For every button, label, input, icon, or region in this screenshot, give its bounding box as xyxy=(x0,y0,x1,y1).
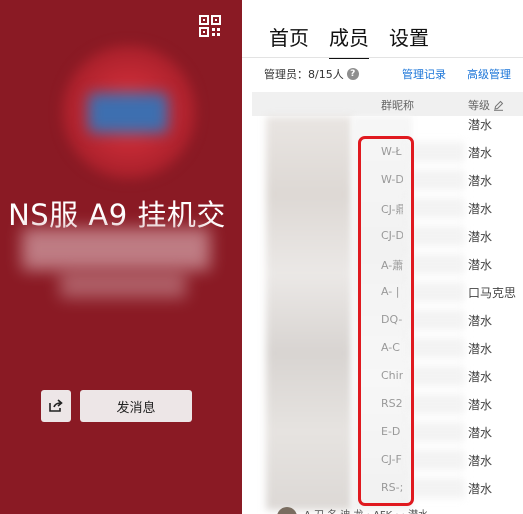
member-nickname-redacted xyxy=(407,226,465,246)
member-level: 潜水 xyxy=(468,258,493,272)
tab-home[interactable]: 首页 xyxy=(269,22,309,57)
admin-count-label: 管理员：8/15人 xyxy=(264,68,344,81)
member-nickname-redacted xyxy=(407,142,465,162)
qr-code-icon[interactable] xyxy=(199,15,221,37)
member-nickname-redacted xyxy=(407,254,465,274)
level-column-header[interactable]: 等级 xyxy=(468,97,504,113)
group-info-redacted xyxy=(22,228,210,270)
member-level: 潜水 xyxy=(468,202,493,216)
help-icon[interactable]: ? xyxy=(346,68,359,80)
level-column-label: 等级 xyxy=(468,99,490,112)
member-nickname-redacted xyxy=(407,170,465,190)
member-nickname-redacted xyxy=(407,310,465,330)
tab-members[interactable]: 成员 xyxy=(329,22,369,59)
member-level: 潜水 xyxy=(468,230,493,244)
member-level: 潜水 xyxy=(468,342,493,356)
member-level: 潜水 xyxy=(468,454,493,468)
member-level: 潜水 xyxy=(468,314,493,328)
member-level: 潜水 xyxy=(468,482,493,496)
member-level: 口马克思 xyxy=(468,286,517,300)
member-level: 潜水 xyxy=(468,398,493,412)
edit-icon[interactable] xyxy=(493,100,504,111)
member-level: 潜水 xyxy=(468,370,493,384)
admin-count: 管理员：8/15人 ? xyxy=(264,66,359,82)
member-nickname-redacted xyxy=(407,422,465,442)
member-level: 潜水 xyxy=(468,146,493,160)
member-nickname-redacted xyxy=(407,450,465,470)
nickname-highlight-box xyxy=(358,136,414,506)
member-nickname-redacted xyxy=(407,282,465,302)
member-avatars-redacted xyxy=(266,116,352,510)
tab-divider xyxy=(242,57,523,58)
member-nickname-redacted xyxy=(407,198,465,218)
member-nickname-redacted xyxy=(407,366,465,386)
manage-log-link[interactable]: 管理记录 xyxy=(402,66,446,82)
member-level: 潜水 xyxy=(468,426,493,440)
share-icon xyxy=(49,399,63,412)
send-message-button[interactable]: 发消息 xyxy=(80,390,192,422)
member-row-partial[interactable]: A 刀 名 迪 龙 · AFK · · 潜水 xyxy=(276,506,523,514)
member-nickname-redacted xyxy=(407,394,465,414)
group-profile-panel: NS服 A9 挂机交 发消息 xyxy=(0,0,242,514)
tab-settings[interactable]: 设置 xyxy=(389,22,429,57)
members-panel: 首页 成员 设置 管理员：8/15人 ? 管理记录 高级管理 群昵称 等级 潜水… xyxy=(242,0,523,514)
member-nickname-redacted xyxy=(407,338,465,358)
group-id-redacted xyxy=(60,272,186,298)
advanced-manage-link[interactable]: 高级管理 xyxy=(467,66,511,82)
member-level: 潜水 xyxy=(468,118,493,132)
member-level: 潜水 xyxy=(468,174,493,188)
tab-bar: 首页 成员 设置 xyxy=(269,22,429,59)
group-avatar-blur xyxy=(88,93,168,133)
share-button[interactable] xyxy=(41,390,71,422)
member-nickname-redacted xyxy=(407,478,465,498)
nickname-column-header[interactable]: 群昵称 xyxy=(381,97,414,113)
